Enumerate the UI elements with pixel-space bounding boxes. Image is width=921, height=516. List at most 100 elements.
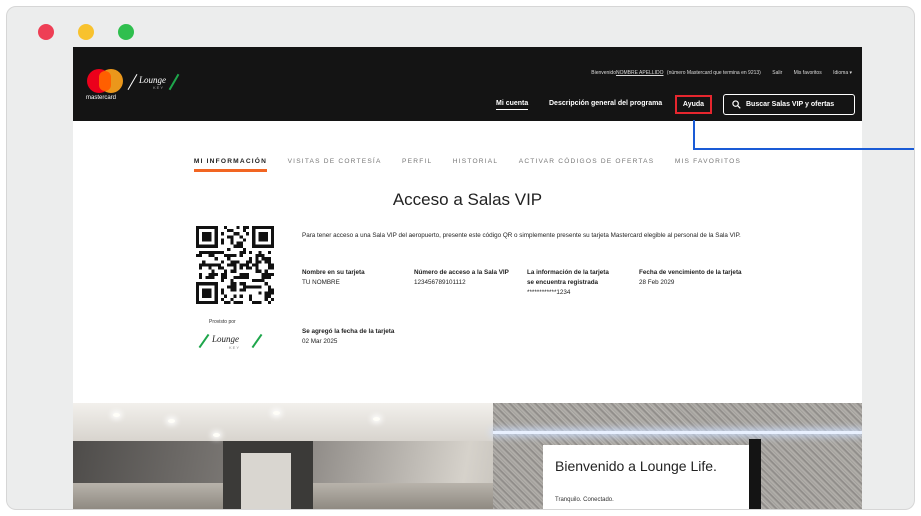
card-registered-field: La información de la tarjeta se encuentr…	[527, 268, 617, 298]
qr-module	[208, 300, 212, 304]
qr-module	[224, 275, 228, 280]
nav-program-overview[interactable]: Descripción general del programa	[549, 100, 662, 107]
qr-module	[227, 247, 231, 251]
qr-module	[230, 260, 234, 264]
qr-module	[267, 226, 271, 230]
qr-module	[245, 260, 250, 264]
qr-module	[249, 266, 253, 270]
qr-module	[205, 275, 209, 280]
qr-module	[227, 229, 231, 233]
tab-history[interactable]: HISTORIAL	[453, 158, 499, 169]
qr-module	[255, 269, 259, 273]
language-dropdown[interactable]: Idioma ▾	[833, 70, 852, 76]
qr-module	[211, 250, 215, 255]
welcome-prefix: Bienvenido	[591, 70, 616, 76]
qr-module	[230, 288, 234, 292]
qr-module	[217, 250, 221, 255]
tab-activate-offer-codes[interactable]: ACTIVAR CÓDIGOS DE OFERTAS	[519, 158, 655, 169]
nav-my-account[interactable]: Mi cuenta	[496, 100, 529, 110]
qr-module	[249, 260, 253, 264]
minimize-window-button[interactable]	[78, 24, 94, 40]
close-window-button[interactable]	[38, 24, 54, 40]
qr-module	[242, 229, 246, 233]
qr-module	[211, 226, 215, 230]
favorites-link[interactable]: Mis favoritos	[794, 70, 822, 76]
qr-module	[224, 254, 228, 258]
tab-my-information[interactable]: MI INFORMACIÓN	[193, 158, 268, 172]
qr-module	[245, 232, 250, 236]
qr-module	[245, 272, 250, 276]
site-header: mastercard Lounge KEY BienvenidoNOMBRE A…	[73, 47, 862, 121]
qr-module	[196, 285, 200, 289]
qr-module	[252, 263, 256, 267]
qr-module	[264, 232, 268, 236]
search-lounges-button[interactable]: Buscar Salas VIP y ofertas	[723, 94, 855, 115]
qr-module	[267, 272, 271, 276]
qr-module	[255, 285, 259, 289]
qr-module	[208, 291, 212, 295]
mastercard-wordmark: mastercard	[86, 95, 117, 101]
nav-help[interactable]: Ayuda	[675, 95, 712, 114]
qr-module	[264, 272, 268, 276]
qr-module	[205, 294, 209, 298]
qr-module	[270, 238, 274, 242]
qr-module	[230, 238, 234, 242]
mastercard-logo[interactable]	[87, 69, 123, 93]
welcome-card-title: Bienvenido a Lounge Life.	[555, 458, 717, 474]
qr-module	[255, 244, 259, 248]
qr-module	[270, 229, 274, 233]
loungekey-provider-logo: Lounge KEY	[197, 331, 267, 351]
qr-module	[255, 254, 259, 258]
qr-module	[264, 257, 268, 261]
qr-module	[211, 300, 215, 304]
loungekey-logo[interactable]: Lounge KEY	[127, 71, 181, 93]
qr-module	[239, 288, 243, 292]
qr-module	[242, 238, 246, 242]
qr-module	[230, 263, 234, 267]
qr-module	[233, 300, 237, 304]
qr-module	[233, 244, 237, 248]
qr-module	[199, 300, 203, 304]
ceiling-light	[168, 419, 175, 423]
qr-module	[242, 288, 246, 292]
qr-module	[208, 288, 212, 292]
qr-module	[199, 275, 203, 280]
qr-module	[205, 244, 209, 248]
qr-module	[220, 297, 225, 301]
qr-module	[202, 291, 206, 295]
ceiling-light	[273, 411, 280, 415]
qr-module	[230, 235, 234, 239]
qr-module	[208, 235, 212, 239]
user-name-link[interactable]: NOMBRE APELLIDO	[616, 70, 664, 76]
page-title: Acceso a Salas VIP	[392, 190, 543, 209]
qr-module	[233, 294, 237, 298]
tab-courtesy-visits[interactable]: VISITAS DE CORTESÍA	[288, 158, 382, 169]
qr-module	[214, 285, 218, 289]
qr-module	[270, 272, 274, 276]
qr-module	[202, 263, 206, 267]
qr-module	[205, 250, 209, 255]
tab-profile[interactable]: PERFIL	[402, 158, 432, 169]
card-registered-value: ************1234	[527, 289, 571, 296]
logo-slash-right	[168, 73, 180, 91]
qr-module	[230, 254, 234, 258]
qr-module	[270, 266, 274, 270]
maximize-window-button[interactable]	[118, 24, 134, 40]
qr-module	[214, 282, 218, 286]
qr-module	[267, 266, 271, 270]
qr-module	[224, 272, 228, 276]
qr-module	[214, 241, 218, 245]
qr-module	[239, 244, 243, 248]
qr-module	[239, 300, 243, 304]
tab-my-favorites[interactable]: MIS FAVORITOS	[675, 158, 741, 169]
qr-module	[230, 241, 234, 245]
qr-module	[233, 232, 237, 236]
qr-module	[208, 266, 212, 270]
qr-module	[202, 294, 206, 298]
qr-module	[239, 266, 243, 270]
qr-module	[199, 282, 203, 286]
qr-module	[211, 272, 215, 276]
welcome-card: Bienvenido a Lounge Life. Tranquilo. Con…	[543, 439, 761, 509]
logout-link[interactable]: Salir	[772, 70, 782, 76]
access-number-value: 123456789101112	[414, 279, 466, 286]
